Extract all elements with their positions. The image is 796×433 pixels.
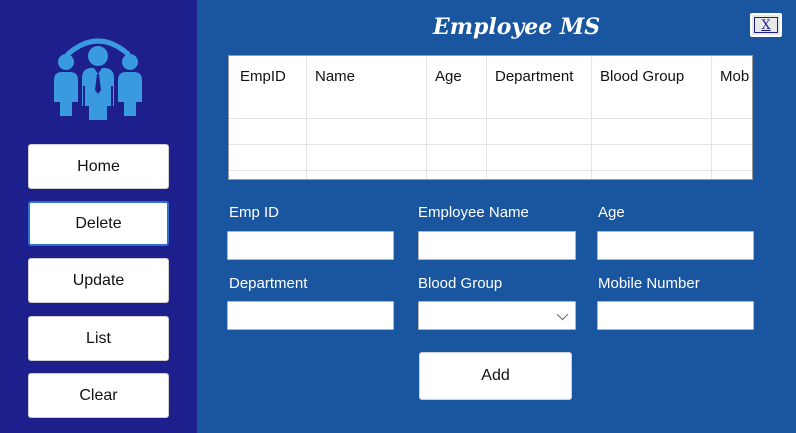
chevron-down-icon [556, 308, 569, 321]
emp-id-label: Emp ID [229, 204, 280, 221]
column-header-name[interactable]: Name [315, 68, 355, 85]
employee-data-grid[interactable]: EmpID Name Age Department Blood Group Mo… [228, 55, 753, 180]
age-input[interactable] [597, 231, 754, 260]
employee-ms-window: Home Delete Update List Clear Employee M… [0, 0, 796, 433]
department-label: Department [229, 275, 308, 292]
grid-col-line [711, 56, 712, 179]
column-header-age[interactable]: Age [435, 68, 462, 85]
column-header-blood-group[interactable]: Blood Group [600, 68, 684, 85]
list-button[interactable]: List [28, 316, 169, 361]
team-people-icon [54, 38, 142, 120]
app-title: Employee MS [433, 14, 601, 40]
grid-row-line [229, 170, 752, 171]
close-button[interactable]: X [750, 13, 782, 37]
grid-col-line [486, 56, 487, 179]
mobile-number-input[interactable] [597, 301, 754, 330]
close-icon: X [761, 17, 771, 33]
column-header-department[interactable]: Department [495, 68, 573, 85]
add-button[interactable]: Add [419, 352, 572, 400]
employee-name-input[interactable] [418, 231, 576, 260]
blood-group-select[interactable] [418, 301, 576, 330]
delete-button[interactable]: Delete [28, 201, 169, 246]
update-button[interactable]: Update [28, 258, 169, 303]
department-input[interactable] [227, 301, 394, 330]
grid-col-line [426, 56, 427, 179]
age-label: Age [598, 204, 625, 221]
column-header-mobile[interactable]: Mob [720, 68, 749, 85]
grid-row-line [229, 118, 752, 119]
sidebar: Home Delete Update List Clear [0, 0, 197, 433]
grid-col-line [306, 56, 307, 179]
blood-group-label: Blood Group [418, 275, 503, 292]
employee-name-label: Employee Name [418, 204, 529, 221]
home-button[interactable]: Home [28, 144, 169, 189]
grid-row-line [229, 144, 752, 145]
clear-button[interactable]: Clear [28, 373, 169, 418]
grid-col-line [591, 56, 592, 179]
emp-id-input[interactable] [227, 231, 394, 260]
mobile-number-label: Mobile Number [598, 275, 700, 292]
column-header-empid[interactable]: EmpID [240, 68, 286, 85]
